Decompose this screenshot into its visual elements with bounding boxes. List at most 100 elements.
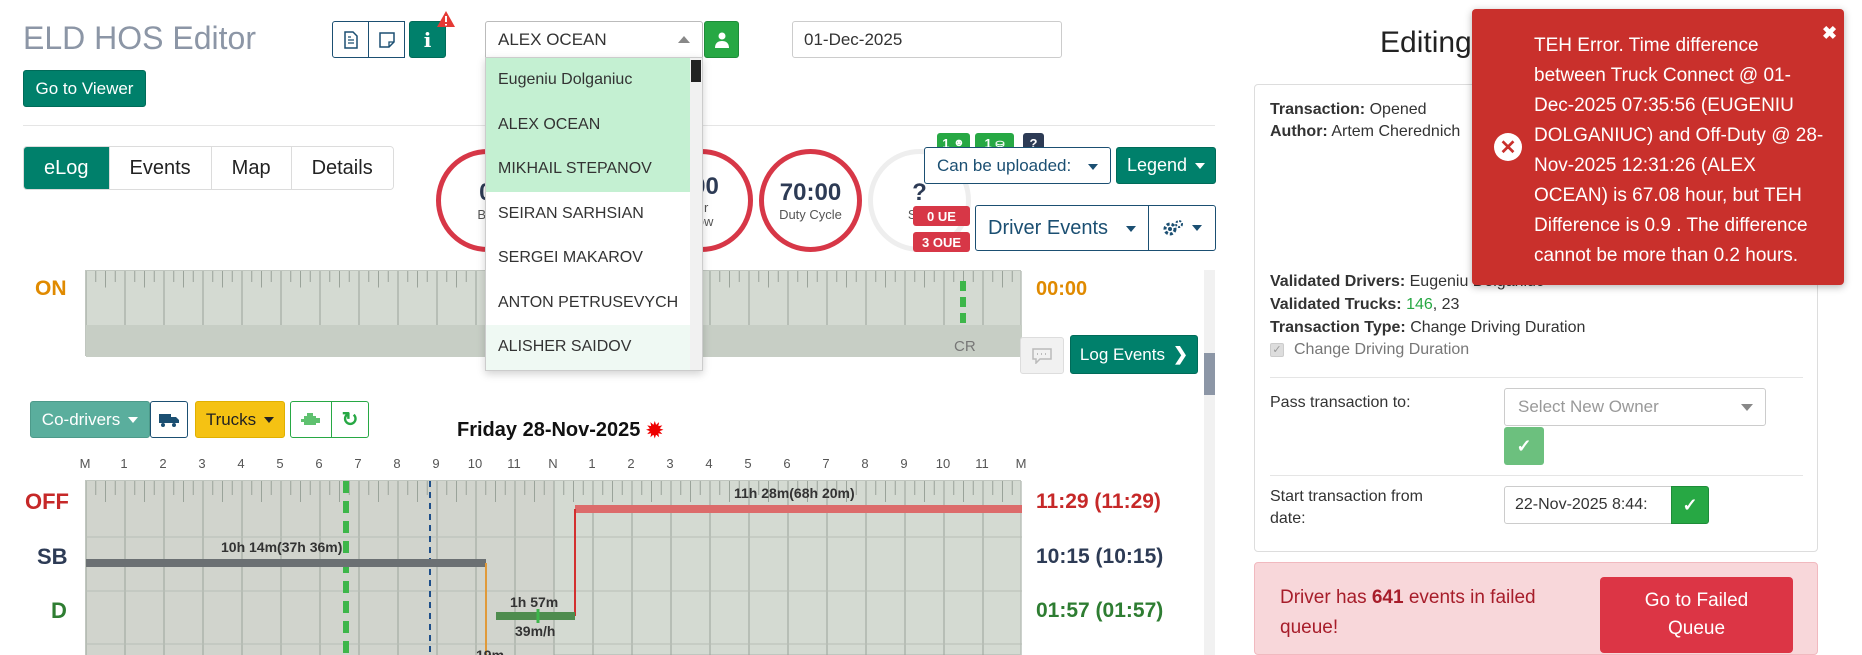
refresh-icon: ↻ [341, 409, 359, 431]
hour-label: 1 [588, 456, 596, 471]
sb-row-label: SB [37, 544, 68, 569]
off-row-label: OFF [25, 489, 69, 514]
tab-details[interactable]: Details [291, 147, 393, 189]
on-row-time: 00:00 [1036, 278, 1088, 300]
hour-label: M [1015, 456, 1027, 471]
dropdown-option[interactable]: SERGEI MAKAROV [486, 236, 702, 281]
hour-label: 11 [507, 456, 521, 471]
legend-button[interactable]: Legend [1116, 147, 1216, 184]
bottom-segment-label: 19m [476, 647, 505, 655]
note-button[interactable] [368, 21, 405, 58]
check-icon: ✓ [1516, 435, 1532, 456]
hour-label: 10 [467, 456, 483, 471]
log-events-button[interactable]: Log Events ❯ [1070, 335, 1198, 374]
d-row-label: D [51, 598, 67, 623]
caret-down-icon [1126, 226, 1136, 232]
day-title: Friday 28-Nov-2025 ✹ [457, 419, 664, 442]
tab-elog[interactable]: eLog [24, 147, 110, 189]
dropdown-option[interactable]: ALEX OCEAN [486, 102, 702, 147]
close-icon[interactable]: ✖ [1822, 23, 1837, 44]
dropdown-option[interactable]: SEIRAN SARHSIAN [486, 192, 702, 237]
engine-button[interactable] [290, 401, 332, 438]
caret-down-icon [264, 416, 275, 423]
check-icon: ✓ [1682, 494, 1698, 515]
refresh-button[interactable]: ↻ [331, 401, 369, 438]
truck-icon [159, 413, 179, 427]
pass-transaction-label: Pass transaction to: [1270, 394, 1411, 411]
comment-icon [1032, 347, 1052, 364]
hour-label: 5 [276, 456, 284, 471]
on-row-label: ON [35, 277, 67, 300]
user-icon [714, 32, 729, 48]
hour-label: 9 [432, 456, 440, 471]
confirm-start-date-button[interactable]: ✓ [1671, 486, 1709, 524]
driver-dropdown-list: Eugeniu Dolganiuc ALEX OCEAN MIKHAIL STE… [485, 57, 703, 371]
hour-label: 8 [861, 456, 869, 471]
tab-map[interactable]: Map [211, 147, 292, 189]
dropdown-scrollbar[interactable] [690, 58, 702, 370]
hour-label: 6 [783, 456, 791, 471]
hour-label: 9 [900, 456, 908, 471]
caret-down-icon [1195, 162, 1206, 169]
hour-label: 7 [822, 456, 830, 471]
document-button[interactable] [332, 21, 369, 58]
driver-events-dropdown[interactable]: Driver Events [975, 205, 1149, 251]
note-icon [378, 31, 395, 48]
caret-down-icon [1741, 404, 1753, 411]
off-row-total: 11:29 (11:29) [1036, 490, 1161, 513]
hour-label: 4 [237, 456, 245, 471]
failed-queue-alert: Driver has 641 events in failed queue! G… [1254, 562, 1818, 655]
main-tabs: eLog Events Map Details [23, 146, 394, 190]
caret-down-icon [128, 416, 139, 423]
driver-profile-button[interactable] [704, 21, 739, 58]
hour-label: 10 [935, 456, 951, 471]
settings-dropdown[interactable] [1148, 205, 1216, 251]
failed-queue-message: Driver has 641 events in failed queue! [1280, 587, 1536, 638]
duty-chart-grid: 11h 28m(68h 20m) 10h 14m(37h 36m) 1h 57m… [85, 480, 1023, 655]
hour-label: 1 [120, 456, 128, 471]
gears-icon [1163, 220, 1183, 236]
start-date-input[interactable]: 22-Nov-2025 8:44: [1504, 486, 1672, 524]
dropdown-option[interactable]: ALISHER SAIDOV [486, 325, 702, 370]
red-star-icon: ✹ [646, 420, 664, 442]
hour-label: 11 [975, 456, 989, 471]
scroll-thumb[interactable] [691, 60, 701, 82]
error-circle-icon: ✕ [1494, 133, 1522, 161]
trucks-button[interactable]: Trucks [195, 401, 285, 438]
off-segment-label: 11h 28m(68h 20m) [734, 485, 855, 501]
page-scroll-thumb[interactable] [1204, 353, 1215, 395]
info-icon: i [423, 27, 432, 52]
dropdown-option[interactable]: MIKHAIL STEPANOV [486, 147, 702, 192]
co-drivers-button[interactable]: Co-drivers [30, 401, 150, 438]
hour-label: 2 [627, 456, 635, 471]
comment-button[interactable] [1020, 337, 1064, 374]
d-segment-label: 1h 57m [510, 594, 559, 610]
driver-select[interactable]: ALEX OCEAN [485, 21, 703, 58]
go-to-failed-queue-button[interactable]: Go to Failed Queue [1600, 577, 1793, 653]
dropdown-option[interactable]: Eugeniu Dolganiuc [486, 58, 702, 103]
caret-down-icon [1088, 164, 1098, 170]
error-toast: ✕ TEH Error. Time difference between Tru… [1472, 9, 1844, 285]
warning-icon [437, 11, 455, 27]
go-to-viewer-button[interactable]: Go to Viewer [23, 70, 146, 107]
eld-hos-editor-page: ELD HOS Editor Go to Viewer i ALEX OCEAN… [0, 0, 1862, 655]
page-scrollbar[interactable] [1204, 270, 1215, 655]
new-owner-select[interactable]: Select New Owner [1504, 388, 1766, 426]
start-transaction-label: Start transaction from date: [1270, 488, 1423, 527]
transaction-author: Author: Artem Cherednich [1270, 123, 1461, 140]
truck-button[interactable] [150, 401, 188, 438]
hour-label: 6 [315, 456, 323, 471]
change-driving-checkbox-row: ✓ Change Driving Duration [1270, 341, 1469, 359]
chevron-right-icon: ❯ [1172, 344, 1189, 364]
confirm-owner-button[interactable]: ✓ [1504, 427, 1544, 465]
date-field[interactable]: 01-Dec-2025 [792, 21, 1062, 58]
disabled-checkbox[interactable]: ✓ [1270, 343, 1284, 357]
cr-label: CR [954, 338, 976, 355]
dropdown-option[interactable]: ANTON PETRUSEVYCH [486, 281, 702, 326]
editing-title: Editing [1380, 26, 1472, 59]
tab-events[interactable]: Events [109, 147, 212, 189]
document-icon [343, 30, 358, 49]
caret-up-icon [678, 36, 690, 43]
transaction-status: Transaction: Opened [1270, 101, 1427, 118]
can-be-uploaded-dropdown[interactable]: Can be uploaded: [924, 147, 1111, 184]
